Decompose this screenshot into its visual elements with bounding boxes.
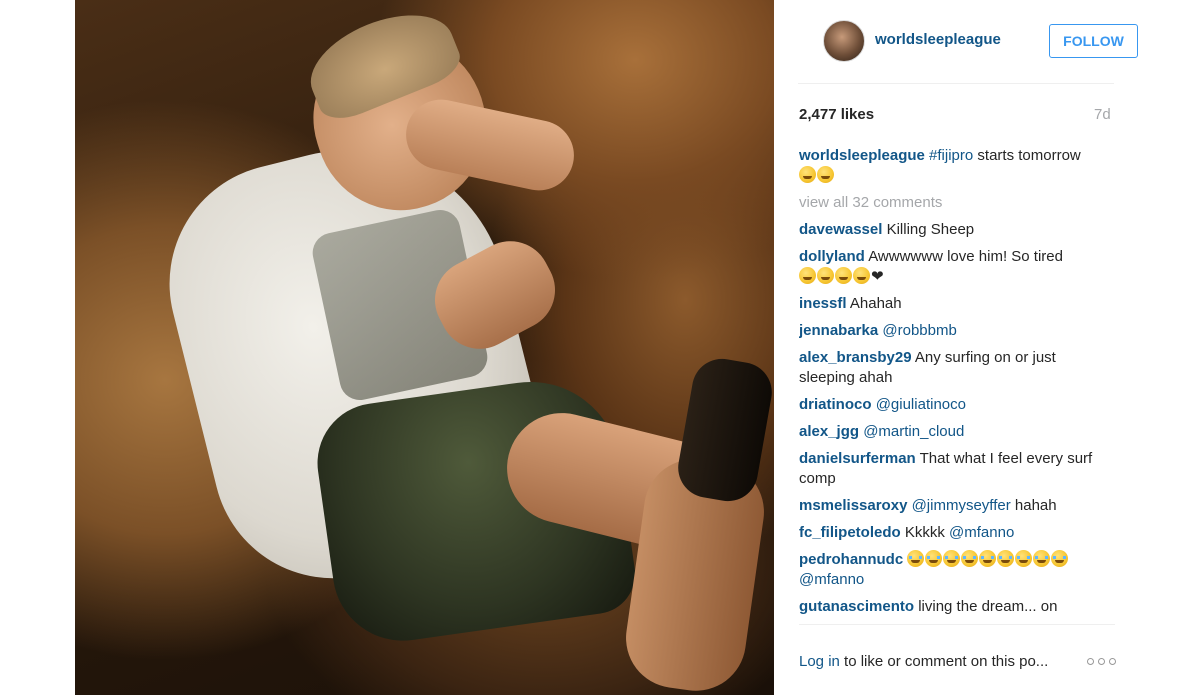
comment-username-link[interactable]: jennabarka	[799, 322, 878, 339]
comment-item: fc_filipetoledo Kkkkk @mfanno	[799, 523, 1099, 543]
tears-of-joy-icon	[925, 550, 943, 567]
dot-icon	[1098, 658, 1105, 665]
sleeping-face-icon	[799, 166, 816, 183]
tears-of-joy-icon	[961, 550, 979, 567]
caption: worldsleepleague #fijipro starts tomorro…	[799, 146, 1099, 186]
tears-of-joy-icon	[1033, 550, 1051, 567]
post-photo[interactable]	[75, 0, 774, 695]
joy-emoji-row	[907, 550, 1069, 568]
comment-username-link[interactable]: alex_bransby29	[799, 349, 912, 366]
mention-link[interactable]: @martin_cloud	[863, 423, 964, 440]
tears-of-joy-icon	[979, 550, 997, 567]
caption-username-link[interactable]: worldsleepleague	[799, 147, 925, 164]
hashtag-link[interactable]: #fijipro	[929, 147, 973, 164]
comment-username-link[interactable]: gutanascimento	[799, 598, 914, 615]
comment-item: jennabarka @robbbmb	[799, 321, 1099, 341]
caption-text: starts tomorrow	[973, 147, 1081, 164]
photo-shoe	[673, 354, 774, 506]
login-prompt: Log in to like or comment on this po...	[799, 653, 1048, 670]
sleeping-face-icon	[817, 267, 834, 284]
comment-username-link[interactable]: fc_filipetoledo	[799, 524, 901, 541]
comment-item: inessfl Ahahah	[799, 294, 1099, 314]
comment-item: davewassel Killing Sheep	[799, 220, 1099, 240]
mention-link[interactable]: @jimmyseyffer	[912, 497, 1011, 514]
comment-item: alex_jgg @martin_cloud	[799, 422, 1099, 442]
comment-item: danielsurferman That what I feel every s…	[799, 449, 1099, 489]
comment-username-link[interactable]: danielsurferman	[799, 450, 916, 467]
comment-item: pedrohannudc @mfanno	[799, 550, 1099, 590]
comment-username-link[interactable]: pedrohannudc	[799, 551, 903, 568]
comment-username-link[interactable]: alex_jgg	[799, 423, 859, 440]
dot-icon	[1109, 658, 1116, 665]
comment-username-link[interactable]: driatinoco	[799, 396, 872, 413]
comment-item: msmelissaroxy @jimmyseyffer hahah	[799, 496, 1099, 516]
comment-text: Awwwwww love him! So tired	[868, 248, 1063, 265]
tears-of-joy-icon	[997, 550, 1015, 567]
tears-of-joy-icon	[943, 550, 961, 567]
mention-link[interactable]: @giuliatinoco	[876, 396, 966, 413]
post-footer: Log in to like or comment on this po...	[799, 624, 1116, 695]
comments-list[interactable]: worldsleepleague #fijipro starts tomorro…	[799, 146, 1099, 622]
post-age[interactable]: 7d	[1094, 106, 1111, 123]
comment-item: dollyland Awwwwww love him! So tired ❤	[799, 247, 1099, 287]
tears-of-joy-icon	[1051, 550, 1069, 567]
more-options-icon[interactable]	[1087, 658, 1116, 665]
comment-username-link[interactable]: inessfl	[799, 295, 847, 312]
comment-item: driatinoco @giuliatinoco	[799, 395, 1099, 415]
post-header: worldsleepleague FOLLOW	[798, 0, 1138, 84]
comment-username-link[interactable]: msmelissaroxy	[799, 497, 907, 514]
comment-text: Kkkkk	[904, 524, 945, 541]
login-link[interactable]: Log in	[799, 653, 840, 670]
tears-of-joy-icon	[1015, 550, 1033, 567]
dot-icon	[1087, 658, 1094, 665]
sleeping-face-icon	[853, 267, 870, 284]
comment-item: alex_bransby29 Any surfing on or just sl…	[799, 348, 1099, 388]
post-side-panel: worldsleepleague FOLLOW 2,477 likes 7d w…	[774, 0, 1200, 695]
sleeping-face-icon	[835, 267, 852, 284]
tears-of-joy-icon	[907, 550, 925, 567]
sleeping-face-icon	[799, 267, 816, 284]
comment-text: Killing Sheep	[886, 221, 975, 238]
comment-text: hahah	[1010, 497, 1057, 514]
mention-link[interactable]: @mfanno	[799, 571, 864, 588]
mention-link[interactable]: @robbbmb	[882, 322, 956, 339]
sleeping-face-icon	[817, 166, 834, 183]
login-prompt-text: to like or comment on this po...	[839, 653, 1049, 670]
comment-username-link[interactable]: davewassel	[799, 221, 882, 238]
header-username-link[interactable]: worldsleepleague	[875, 31, 1001, 48]
mention-link[interactable]: @mfanno	[949, 524, 1014, 541]
heart-icon: ❤	[871, 268, 884, 285]
comment-text: living the dream... on	[918, 598, 1058, 615]
view-all-comments-link[interactable]: view all 32 comments	[799, 193, 1099, 213]
likes-count[interactable]: 2,477 likes	[799, 106, 874, 123]
avatar[interactable]	[823, 20, 865, 62]
comment-text: Ahahah	[849, 295, 902, 312]
comment-username-link[interactable]: dollyland	[799, 248, 865, 265]
comment-item: gutanascimento living the dream... on	[799, 597, 1099, 617]
follow-button[interactable]: FOLLOW	[1049, 24, 1138, 58]
